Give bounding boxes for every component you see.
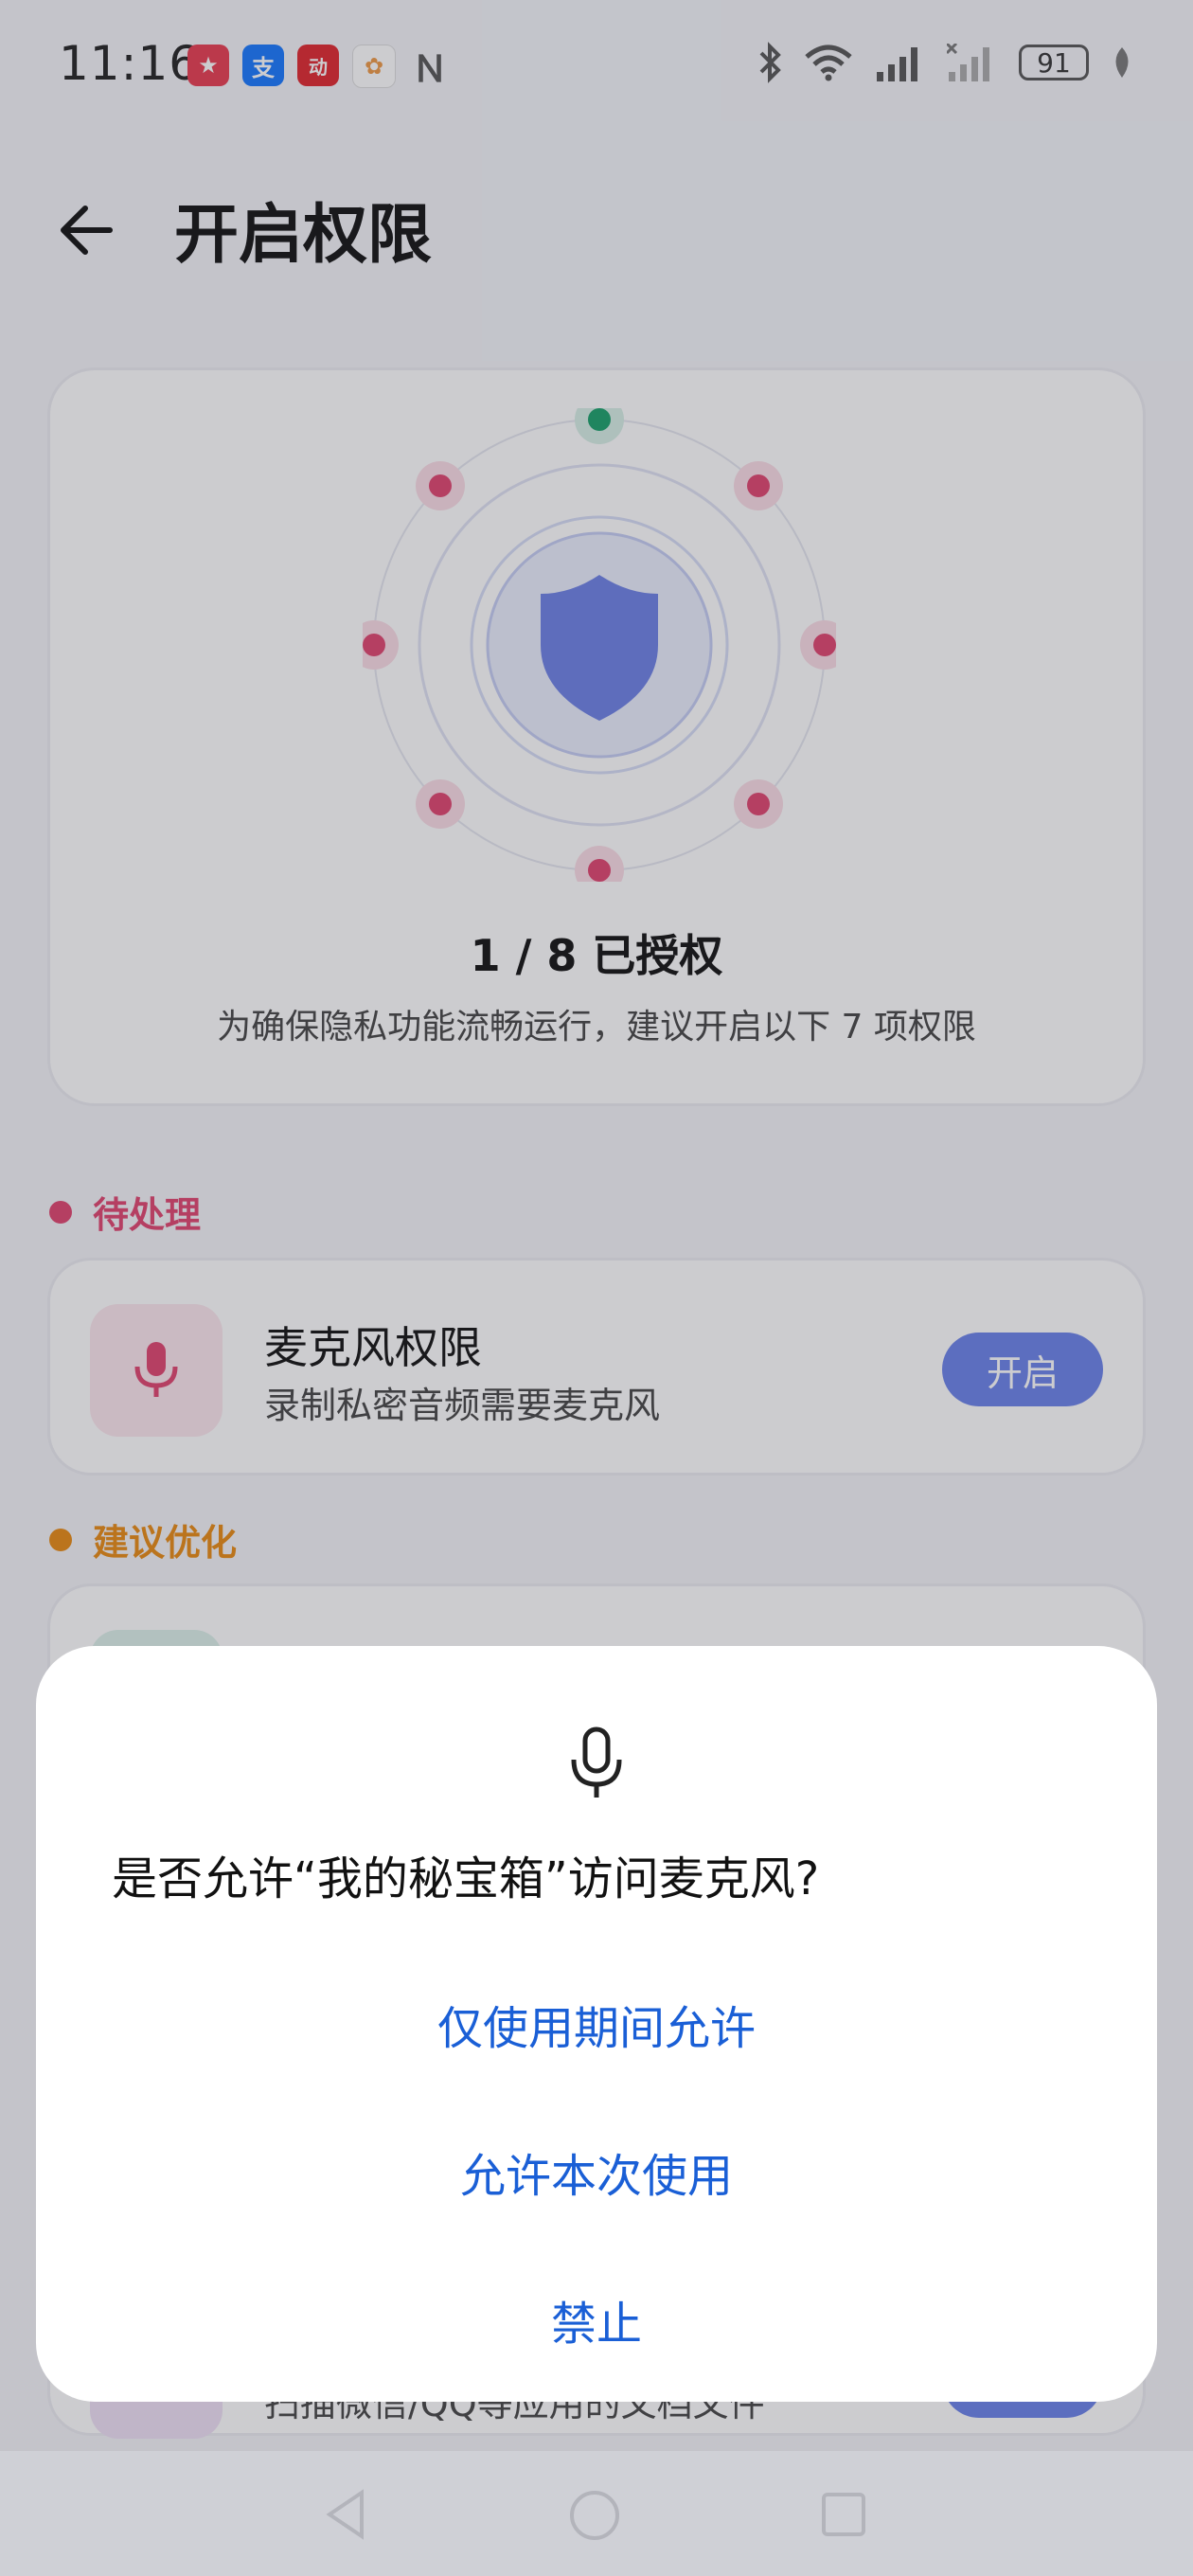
microphone-permission-dialog: 是否允许“我的秘宝箱”访问麦克风? 仅使用期间允许 允许本次使用 禁止	[36, 1646, 1157, 2402]
navigation-bar	[0, 2451, 1193, 2576]
nav-back-icon[interactable]	[322, 2489, 369, 2540]
microphone-icon	[571, 1726, 622, 1798]
deny-button[interactable]: 禁止	[36, 2286, 1157, 2352]
allow-while-using-button[interactable]: 仅使用期间允许	[36, 1991, 1157, 2057]
allow-once-button[interactable]: 允许本次使用	[36, 2138, 1157, 2205]
nav-home-icon[interactable]	[568, 2489, 621, 2542]
permission-page: 11:16 ★ 支 动 ✿ Ｎ 91 开启权限 1 / 8 已授权 为确保隐私功…	[0, 0, 1193, 2576]
dialog-question: 是否允许“我的秘宝箱”访问麦克风?	[112, 1852, 820, 1905]
nav-recents-icon[interactable]	[820, 2491, 867, 2538]
